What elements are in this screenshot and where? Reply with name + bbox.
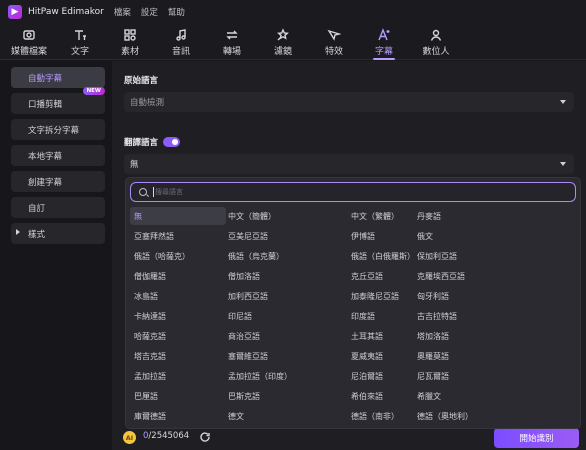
chevron-down-icon <box>560 100 566 104</box>
menu-settings[interactable]: 設定 <box>141 6 158 18</box>
tab-avatar[interactable]: 數位人 <box>411 24 461 60</box>
translate-toggle[interactable] <box>163 137 180 147</box>
new-badge: NEW <box>82 87 105 95</box>
text-icon <box>75 29 86 40</box>
credit-coin-icon: AI <box>123 431 136 444</box>
tab-filter[interactable]: 濾鏡 <box>258 24 308 60</box>
media-icon <box>23 29 35 40</box>
language-option[interactable]: 克羅埃西亞語 <box>413 267 509 285</box>
tab-audio[interactable]: 音訊 <box>156 24 206 60</box>
effect-icon <box>327 29 341 41</box>
menu-help[interactable]: 幫助 <box>168 6 185 18</box>
language-option[interactable]: 塔加洛語 <box>413 327 509 345</box>
chevron-down-icon <box>560 162 566 166</box>
search-icon <box>139 188 147 196</box>
start-recognition-button[interactable]: 開始識別 <box>494 428 579 448</box>
language-option[interactable]: 庫爾德語 <box>130 407 226 425</box>
language-option[interactable]: 巴厘語 <box>130 387 226 405</box>
sidebar: 自動字幕 口播剪輯 NEW 文字拆分字幕 本地字幕 創建字幕 自訂 樣式 <box>0 61 112 450</box>
text-cursor <box>153 187 154 197</box>
original-language-label: 原始語言 <box>124 76 159 86</box>
search-input[interactable] <box>155 186 555 198</box>
language-option[interactable]: 尼瓦爾語 <box>413 367 509 385</box>
language-option[interactable]: 孟加拉語 <box>130 367 226 385</box>
language-option[interactable]: 奧羅莫語 <box>413 347 509 365</box>
translate-language-select[interactable]: 無 <box>124 154 574 174</box>
language-search[interactable] <box>130 182 576 202</box>
menu-file[interactable]: 檔案 <box>114 6 131 18</box>
refresh-icon[interactable] <box>199 431 211 443</box>
language-option[interactable]: 卡納達語 <box>130 307 226 325</box>
language-dropdown: 無中文（簡體）中文（繁體）丹麥語亞塞拜然語亞美尼亞語伊博語俄文俄語（哈薩克）俄語… <box>125 177 581 429</box>
language-option[interactable]: 匈牙利語 <box>413 287 509 305</box>
music-icon <box>176 28 186 41</box>
app-title: HitPaw Edimakor <box>28 7 104 17</box>
language-option[interactable]: 中文（簡體） <box>224 207 320 225</box>
original-language-select[interactable]: 自動檢測 <box>124 92 574 112</box>
main-toolbar: 媒體檔案 文字 素材 音訊 轉場 濾鏡 特效 字幕 數位人 <box>0 24 586 60</box>
language-option[interactable]: 加利西亞語 <box>224 287 320 305</box>
language-option[interactable]: 塔吉克語 <box>130 347 226 365</box>
filter-icon <box>277 27 289 40</box>
language-option[interactable]: 德文 <box>224 407 320 425</box>
subtitle-icon <box>378 27 390 40</box>
tab-transition[interactable]: 轉場 <box>207 24 257 60</box>
sidebar-item-auto-subtitle[interactable]: 自動字幕 <box>11 67 105 88</box>
language-option[interactable]: 亞塞拜然語 <box>130 227 226 245</box>
sidebar-item-create-subtitle[interactable]: 創建字幕 <box>11 171 105 192</box>
tab-effect[interactable]: 特效 <box>309 24 359 60</box>
footer-bar: AI 0/2545064 開始識別 <box>112 426 586 450</box>
language-option[interactable]: 亞美尼亞語 <box>224 227 320 245</box>
caret-right-icon <box>16 229 20 235</box>
language-option[interactable]: 俄語（哈薩克） <box>130 247 226 265</box>
transition-icon <box>226 30 238 39</box>
translate-language-label: 翻譯語言 <box>124 138 159 148</box>
language-option[interactable]: 僧加洛語 <box>224 267 320 285</box>
language-option[interactable]: 俄語（烏克蘭） <box>224 247 320 265</box>
sidebar-item-local-subtitle[interactable]: 本地字幕 <box>11 145 105 166</box>
language-option[interactable]: 丹麥語 <box>413 207 509 225</box>
language-option[interactable]: 巴斯克語 <box>224 387 320 405</box>
credits-count: 0/2545064 <box>143 431 190 441</box>
sidebar-item-speech-edit[interactable]: 口播剪輯 NEW <box>11 87 105 114</box>
tab-text[interactable]: 文字 <box>55 24 105 60</box>
material-icon <box>124 28 136 41</box>
title-bar: ▶ HitPaw Edimakor 檔案 設定 幫助 <box>0 0 586 24</box>
language-option[interactable]: 僧伽羅語 <box>130 267 226 285</box>
language-option[interactable]: 德語（奧地利） <box>413 407 509 425</box>
tab-media[interactable]: 媒體檔案 <box>4 24 54 60</box>
language-option[interactable]: 冰島語 <box>130 287 226 305</box>
language-option[interactable]: 俄文 <box>413 227 509 245</box>
language-option[interactable]: 無 <box>130 207 226 225</box>
language-option[interactable]: 希臘文 <box>413 387 509 405</box>
language-option[interactable]: 塞爾維亞語 <box>224 347 320 365</box>
language-option[interactable]: 哈薩克語 <box>130 327 226 345</box>
language-option[interactable]: 印尼語 <box>224 307 320 325</box>
avatar-icon <box>430 29 442 41</box>
tab-subtitle[interactable]: 字幕 <box>359 24 409 60</box>
language-option[interactable]: 古吉拉特語 <box>413 307 509 325</box>
sidebar-item-text-split[interactable]: 文字拆分字幕 <box>11 119 105 140</box>
language-option[interactable]: 商治亞語 <box>224 327 320 345</box>
sidebar-item-style[interactable]: 樣式 <box>11 223 105 244</box>
sidebar-item-custom[interactable]: 自訂 <box>11 197 105 218</box>
language-option[interactable]: 孟加拉語（印度） <box>224 367 320 385</box>
tab-material[interactable]: 素材 <box>105 24 155 60</box>
logo-icon: ▶ <box>8 5 22 19</box>
language-option[interactable]: 保加利亞語 <box>413 247 509 265</box>
